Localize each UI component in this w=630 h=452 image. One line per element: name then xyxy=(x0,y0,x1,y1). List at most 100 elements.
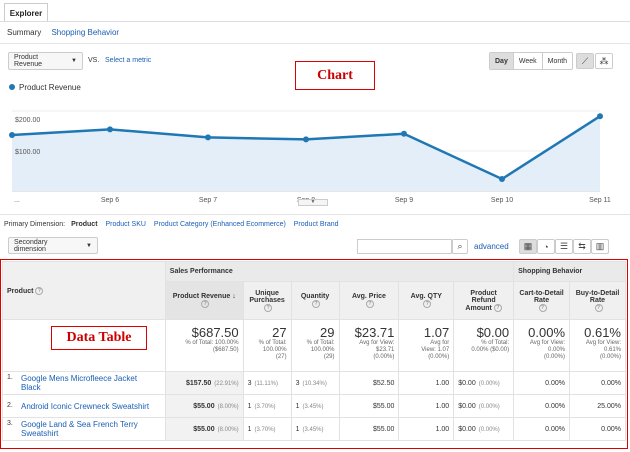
subtab-shopping-behavior[interactable]: Shopping Behavior xyxy=(51,28,119,37)
data-table: Product? Sales Performance Shopping Beha… xyxy=(2,261,626,441)
revenue-cell: $157.50 (22.91%) xyxy=(164,371,244,395)
quantity-cell: 3 (10.34%) xyxy=(290,371,340,395)
secondary-dimension-dropdown[interactable]: Secondary dimension ▼ xyxy=(8,237,98,254)
chart-point[interactable] xyxy=(9,132,15,138)
y-tick-label: $200.00 xyxy=(15,117,40,124)
column-header-unique-purchases[interactable]: Unique Purchases? xyxy=(242,281,292,320)
column-header-product-revenue[interactable]: Product Revenue ↓? xyxy=(164,281,244,320)
table-view-button[interactable]: ▦ xyxy=(519,239,537,254)
help-icon[interactable]: ? xyxy=(594,303,603,312)
primary-dimension-product[interactable]: Product xyxy=(71,221,97,228)
vs-label: VS. xyxy=(88,57,100,64)
refund-cell: $0.00 (0.00%) xyxy=(453,394,515,418)
range-month-button[interactable]: Month xyxy=(542,53,573,69)
product-link[interactable]: Google Mens Microfleece Jacket Black xyxy=(21,374,151,392)
metric-dropdown[interactable]: Product Revenue ▼ xyxy=(8,52,83,70)
table-row: 2. Android Iconic Crewneck Sweatshirt $55… xyxy=(2,394,626,418)
column-header-cart-to-detail-rate[interactable]: Cart-to-Detail Rate? xyxy=(513,281,571,320)
quantity-cell: 1 (3.45%) xyxy=(290,394,340,418)
primary-dimension-category[interactable]: Product Category (Enhanced Ecommerce) xyxy=(154,221,286,228)
help-icon[interactable]: ? xyxy=(538,303,547,312)
chart-point[interactable] xyxy=(107,126,113,133)
help-icon[interactable]: ? xyxy=(493,303,502,312)
total-refund-amount: $0.00% of Total: 0.00% ($0.00) xyxy=(453,319,515,372)
range-week-button[interactable]: Week xyxy=(513,53,543,69)
select-metric-link[interactable]: Select a metric xyxy=(105,57,151,64)
avg-price-cell: $55.00 xyxy=(338,394,400,418)
column-header-buy-to-detail-rate[interactable]: Buy-to-Detail Rate? xyxy=(569,281,626,320)
pivot-icon: ▥ xyxy=(595,241,605,251)
help-icon[interactable]: ? xyxy=(423,300,432,308)
shopping-behavior-group: Shopping Behavior xyxy=(513,261,626,282)
revenue-cell: $55.00 (8.00%) xyxy=(164,394,244,418)
legend-label: Product Revenue xyxy=(19,83,81,92)
subtab-summary[interactable]: Summary xyxy=(7,28,41,37)
product-link[interactable]: Android Iconic Crewneck Sweatshirt xyxy=(21,402,151,411)
date-range-toggle: Day Week Month xyxy=(489,52,574,70)
pivot-view-button[interactable]: ▥ xyxy=(591,239,609,254)
total-buy-to-detail: 0.61% Avg for View: 0.61% (0.00%) xyxy=(569,319,626,372)
total-quantity: 29% of Total: 100.00% (29) xyxy=(290,319,340,372)
line-chart-button[interactable]: ⟋ xyxy=(576,53,594,69)
pie-view-button[interactable]: ◔ xyxy=(537,239,555,254)
divider xyxy=(0,43,630,44)
product-link[interactable]: Google Land & Sea French Terry Sweatshir… xyxy=(21,420,151,438)
performance-view-button[interactable]: ☰ xyxy=(555,239,573,254)
chart-point[interactable] xyxy=(303,136,309,143)
product-cell: 3. Google Land & Sea French Terry Sweatsh… xyxy=(2,417,166,441)
revenue-chart: ...Sep 6Sep 7Sep 8Sep 9Sep 10Sep 11 $100… xyxy=(9,110,611,204)
bars-icon: ☰ xyxy=(559,241,569,251)
x-tick-label: Sep 9 xyxy=(395,197,413,204)
secondary-dimension-label: Secondary dimension xyxy=(14,238,48,253)
help-icon[interactable]: ? xyxy=(35,286,44,295)
chart-point[interactable] xyxy=(401,130,407,137)
sort-arrow-icon: ↓ xyxy=(232,293,236,300)
tab-explorer[interactable]: Explorer xyxy=(4,3,48,22)
search-button[interactable]: ⌕ xyxy=(452,239,468,254)
chart-annotation: Chart xyxy=(295,61,375,90)
unique-purchases-cell: 1 (3.70%) xyxy=(242,417,292,441)
chevron-down-icon: ▼ xyxy=(71,58,77,64)
help-icon[interactable]: ? xyxy=(264,303,273,312)
chart-collapse-handle[interactable]: ▼ xyxy=(298,199,328,206)
chart-point[interactable] xyxy=(499,176,505,182)
chart-point[interactable] xyxy=(597,113,603,120)
column-header-product-refund-amount[interactable]: Product Refund Amount? xyxy=(453,281,515,320)
motion-chart-button[interactable]: ⁂ xyxy=(595,53,613,69)
help-icon[interactable]: ? xyxy=(312,300,321,308)
quantity-cell: 1 (3.45%) xyxy=(290,417,340,441)
comparison-view-button[interactable]: ⇆ xyxy=(573,239,591,254)
chevron-down-icon: ▼ xyxy=(86,242,92,249)
avg-price-cell: $55.00 xyxy=(338,417,400,441)
search-icon: ⌕ xyxy=(457,241,463,251)
refund-cell: $0.00 (0.00%) xyxy=(453,417,515,441)
subtabs: Summary Shopping Behavior xyxy=(7,28,127,37)
product-column-header[interactable]: Product? xyxy=(2,261,166,320)
legend-dot-icon xyxy=(9,84,15,90)
help-icon[interactable]: ? xyxy=(365,300,374,308)
unique-purchases-cell: 1 (3.70%) xyxy=(242,394,292,418)
table-search-input[interactable] xyxy=(357,239,452,254)
line-chart-icon: ⟋ xyxy=(581,55,589,66)
product-cell: 1. Google Mens Microfleece Jacket Black xyxy=(2,371,166,395)
primary-dimension-brand[interactable]: Product Brand xyxy=(294,221,339,228)
primary-dimension-sku[interactable]: Product SKU xyxy=(105,221,145,228)
y-tick-label: $100.00 xyxy=(15,149,40,156)
chart-point[interactable] xyxy=(205,134,211,141)
buy-to-detail-cell: 0.00% xyxy=(569,371,626,395)
help-icon[interactable]: ? xyxy=(201,300,210,308)
advanced-link[interactable]: advanced xyxy=(474,242,509,251)
chart-legend: Product Revenue xyxy=(9,83,81,92)
tab-divider xyxy=(0,21,630,22)
range-day-button[interactable]: Day xyxy=(490,53,514,69)
avg-qty-cell: 1.00 xyxy=(398,371,455,395)
column-header-avg-price[interactable]: Avg. Price? xyxy=(338,281,400,320)
column-header-quantity[interactable]: Quantity? xyxy=(290,281,340,320)
cart-to-detail-cell: 0.00% xyxy=(513,394,571,418)
column-header-avg-qty[interactable]: Avg. QTY? xyxy=(398,281,455,320)
x-tick-label: Sep 11 xyxy=(589,197,611,204)
revenue-cell: $55.00 (8.00%) xyxy=(164,417,244,441)
buy-to-detail-cell: 25.00% xyxy=(569,394,626,418)
sales-performance-group: Sales Performance xyxy=(164,261,515,282)
primary-dimension-label: Primary Dimension: xyxy=(4,221,66,228)
